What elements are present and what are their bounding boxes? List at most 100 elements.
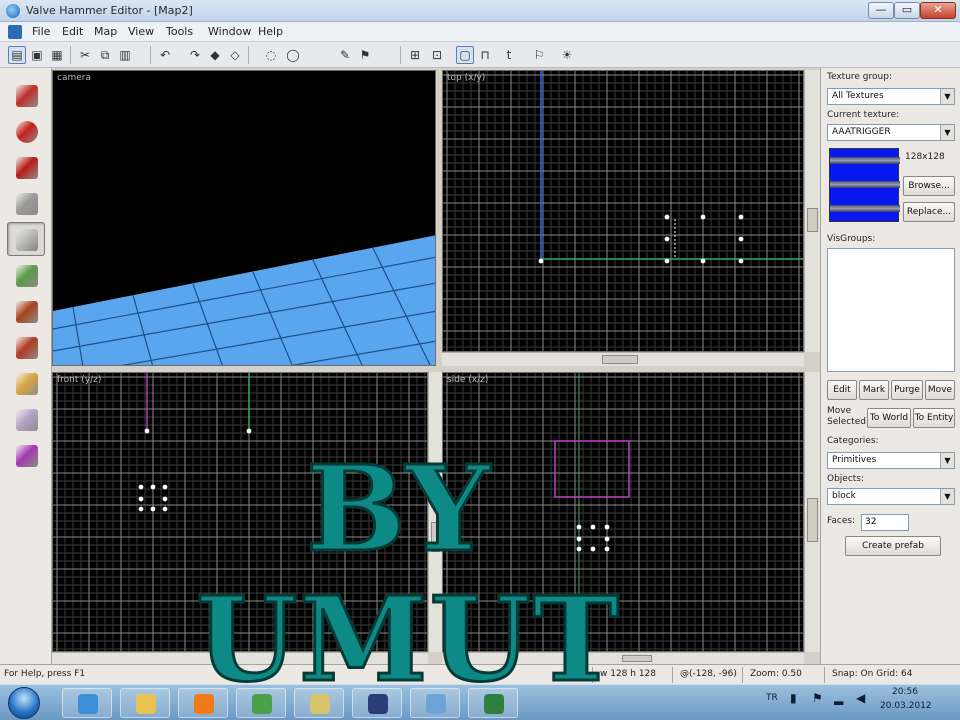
tray-volume-icon[interactable]: ◀	[856, 691, 865, 705]
entity-report-icon[interactable]: ⊓	[476, 46, 494, 64]
camera-tool[interactable]	[7, 150, 45, 184]
selection-handle	[150, 484, 156, 490]
maximize-button[interactable]: ▭	[894, 2, 920, 19]
camera-viewport[interactable]: camera	[52, 70, 436, 366]
new-icon[interactable]: ▤	[8, 46, 26, 64]
menu-view[interactable]: View	[128, 25, 154, 38]
menu-map[interactable]: Map	[94, 25, 117, 38]
magnify-tool[interactable]	[7, 114, 45, 148]
decal-tool[interactable]	[7, 330, 45, 364]
app-icon	[6, 4, 20, 18]
top-hscrollbar[interactable]	[442, 352, 804, 366]
status-help: For Help, press F1	[4, 669, 86, 679]
minimize-button[interactable]: —	[868, 2, 894, 19]
top-viewport[interactable]: top (x/y)	[442, 70, 804, 352]
snap-icon[interactable]: ⊡	[428, 46, 446, 64]
tray-language[interactable]: TR	[766, 693, 778, 703]
visgroup-purge-button[interactable]: Purge	[891, 380, 923, 400]
ungroup-icon[interactable]: ◌	[262, 46, 280, 64]
visgroup-edit-button[interactable]: Edit	[827, 380, 857, 400]
selection-handle	[576, 536, 582, 542]
clock-date[interactable]: 20.03.2012	[880, 701, 932, 711]
selection-handle	[738, 236, 744, 242]
status-separator	[672, 667, 673, 683]
menu-tools[interactable]: Tools	[166, 25, 193, 38]
compile-icon[interactable]: t	[500, 46, 518, 64]
close-button[interactable]: ✕	[920, 2, 956, 19]
objects-select[interactable]: block ▼	[827, 488, 955, 505]
save-icon[interactable]: ▦	[48, 46, 66, 64]
cordon-icon[interactable]: ▢	[456, 46, 474, 64]
faces-stepper[interactable]: 32	[861, 514, 909, 531]
replace-button[interactable]: Replace...	[903, 202, 955, 222]
texture-app-icon	[16, 265, 38, 287]
watermark-line-2: UMUT	[194, 572, 622, 708]
texture-app-tool[interactable]	[7, 258, 45, 292]
top-vscrollbar[interactable]	[804, 70, 820, 352]
redo-icon[interactable]: ↷	[186, 46, 204, 64]
to-entity-button[interactable]: To Entity	[913, 408, 955, 428]
copy-icon[interactable]: ⧉	[96, 46, 114, 64]
scroll-thumb[interactable]	[602, 355, 638, 364]
start-button[interactable]	[8, 687, 40, 719]
selection-handle	[590, 546, 596, 552]
undo-icon[interactable]: ↶	[156, 46, 174, 64]
flag-icon[interactable]: ⚐	[530, 46, 548, 64]
camera-floor-grid	[53, 235, 435, 365]
run-map-icon[interactable]: ⚑	[356, 46, 374, 64]
paste-icon[interactable]: ▥	[116, 46, 134, 64]
scroll-thumb[interactable]	[807, 498, 818, 542]
group-icon[interactable]: ◇	[226, 46, 244, 64]
texture-group-select[interactable]: All Textures ▼	[827, 88, 955, 105]
status-coords: @(-128, -96)	[680, 669, 737, 679]
clock-time[interactable]: 20:56	[892, 687, 918, 697]
vertex-tool[interactable]	[7, 402, 45, 436]
texture-size: 128x128	[905, 152, 945, 162]
visgroups-list[interactable]	[827, 248, 955, 372]
selection-handle	[664, 258, 670, 264]
carve-icon[interactable]: ◆	[206, 46, 224, 64]
menu-file[interactable]: File	[32, 25, 50, 38]
cut-icon[interactable]: ✂	[76, 46, 94, 64]
entity-icon	[16, 193, 38, 215]
entity-tool[interactable]	[7, 186, 45, 220]
taskbar-app-folder[interactable]	[120, 688, 170, 718]
selection-handle	[590, 524, 596, 530]
selection-handle	[138, 484, 144, 490]
create-prefab-button[interactable]: Create prefab	[845, 536, 941, 556]
menu-window[interactable]: Window	[208, 25, 251, 38]
document-icon[interactable]	[8, 25, 22, 39]
selection-handle	[576, 546, 582, 552]
menu-edit[interactable]: Edit	[62, 25, 83, 38]
hide-icon[interactable]: ◯	[284, 46, 302, 64]
selection-tool[interactable]	[7, 78, 45, 112]
grid-icon[interactable]: ⊞	[406, 46, 424, 64]
open-icon[interactable]: ▣	[28, 46, 46, 64]
texture-lock-icon[interactable]: ✎	[336, 46, 354, 64]
scroll-thumb[interactable]	[622, 655, 652, 662]
tray-network-icon[interactable]: ▮	[790, 691, 797, 705]
selection-handle	[138, 496, 144, 502]
apply-texture-tool[interactable]	[7, 294, 45, 328]
tray-flag-icon[interactable]: ⚑	[812, 691, 823, 705]
visgroup-move-button[interactable]: Move	[925, 380, 955, 400]
browse-button[interactable]: Browse...	[903, 176, 955, 196]
options-icon[interactable]: ☀	[558, 46, 576, 64]
side-vscrollbar[interactable]	[804, 372, 820, 652]
objects-value: block	[832, 491, 856, 501]
visgroup-mark-button[interactable]: Mark	[859, 380, 889, 400]
tray-signal-icon[interactable]: ▂	[834, 691, 843, 705]
path-tool[interactable]	[7, 438, 45, 472]
scroll-thumb[interactable]	[807, 208, 818, 232]
menu-help[interactable]: Help	[258, 25, 283, 38]
block-tool[interactable]	[7, 222, 45, 256]
toolbar-separator	[150, 46, 151, 64]
chevron-down-icon: ▼	[940, 89, 954, 104]
current-texture-select[interactable]: AAATRIGGER ▼	[827, 124, 955, 141]
selection-handle	[738, 214, 744, 220]
taskbar-app-ie[interactable]	[62, 688, 112, 718]
to-world-button[interactable]: To World	[867, 408, 911, 428]
categories-select[interactable]: Primitives ▼	[827, 452, 955, 469]
ie-icon	[78, 694, 98, 714]
clip-tool[interactable]	[7, 366, 45, 400]
